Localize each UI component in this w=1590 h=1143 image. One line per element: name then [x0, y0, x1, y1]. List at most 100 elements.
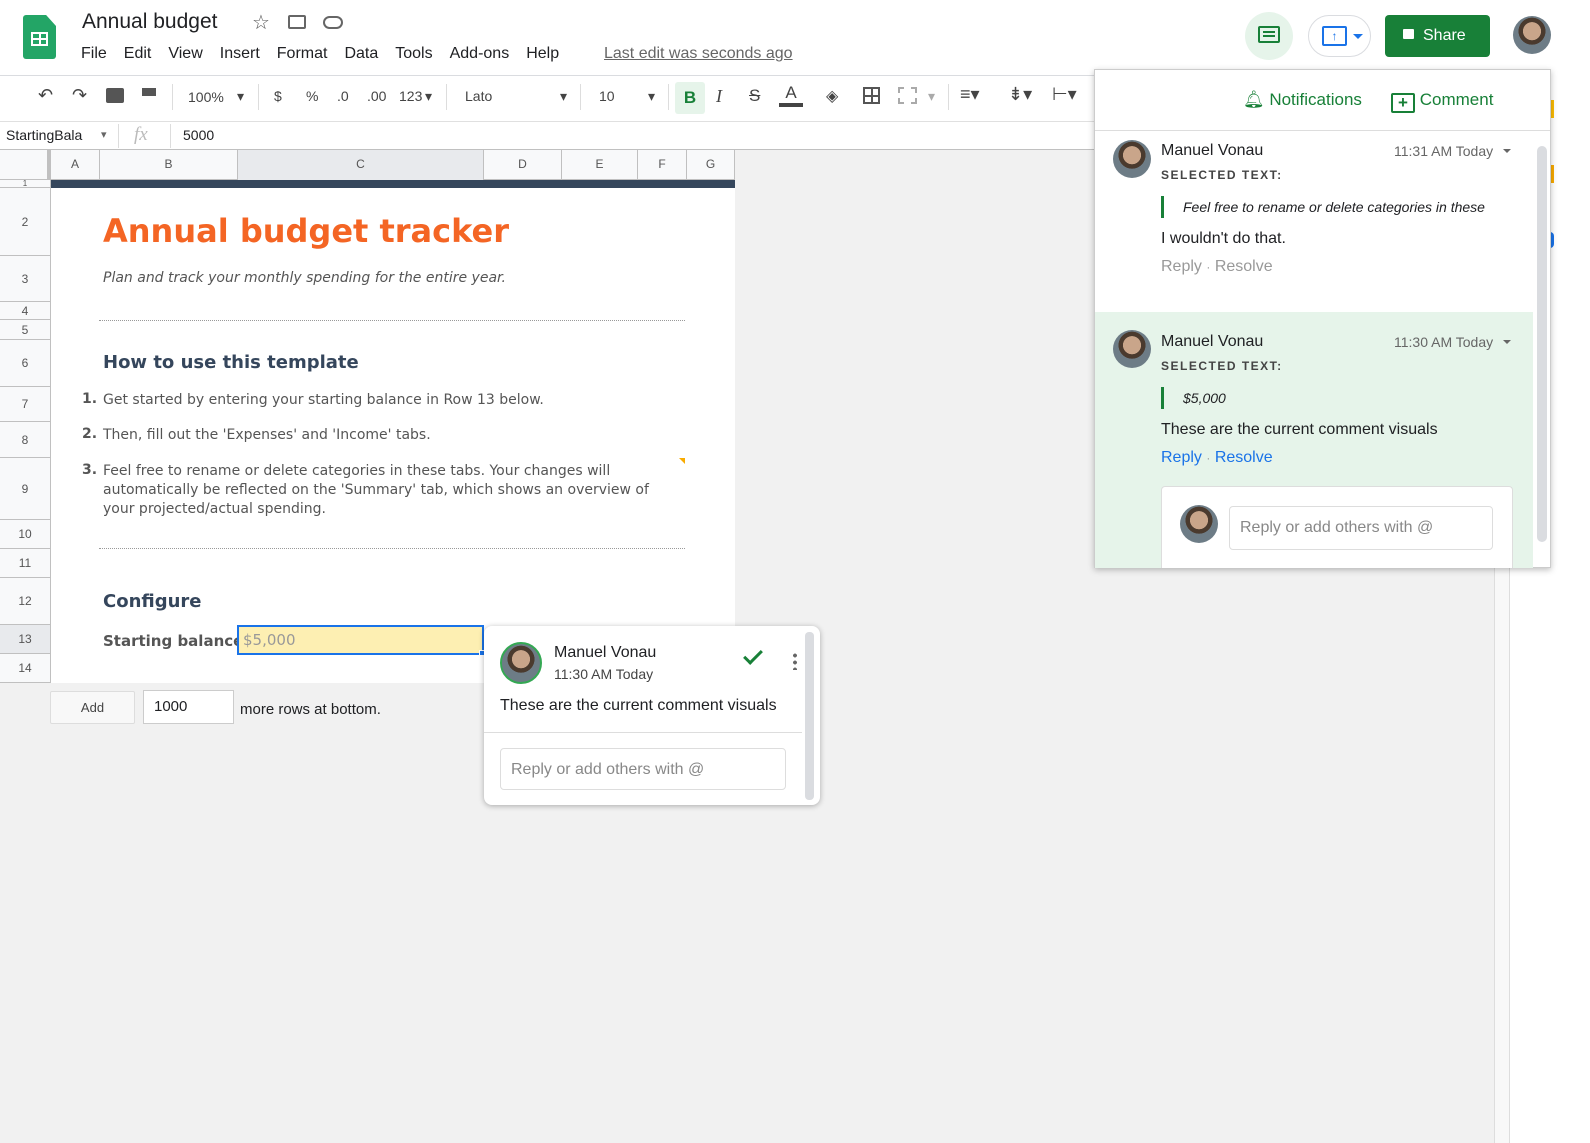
- column-header-c[interactable]: C: [238, 150, 484, 180]
- star-icon[interactable]: ☆: [252, 10, 270, 35]
- starting-balance-cell[interactable]: $5,000: [237, 625, 484, 655]
- borders-icon[interactable]: [863, 87, 880, 104]
- menu-help[interactable]: Help: [526, 45, 559, 62]
- zoom-select[interactable]: 100%: [188, 89, 224, 105]
- menu-file[interactable]: File: [81, 45, 107, 62]
- more-options-icon[interactable]: [793, 652, 797, 670]
- chevron-down-icon[interactable]: ▾: [560, 88, 567, 105]
- row-header[interactable]: 11: [0, 549, 51, 578]
- chevron-down-icon[interactable]: ▾: [101, 128, 107, 141]
- menu-view[interactable]: View: [168, 45, 202, 62]
- horizontal-align-icon[interactable]: ≡▾: [960, 84, 980, 105]
- row-header[interactable]: 4: [0, 302, 51, 320]
- comment-time: 11:31 AM Today: [1394, 143, 1494, 159]
- redo-icon[interactable]: ↷: [72, 85, 87, 106]
- comment-thread-active[interactable]: Manuel Vonau 11:30 AM Today SELECTED TEX…: [1095, 312, 1533, 568]
- bold-button[interactable]: B: [675, 82, 705, 114]
- step-text: Then, fill out the 'Expenses' and 'Incom…: [103, 427, 431, 443]
- comment-author: Manuel Vonau: [1161, 333, 1264, 350]
- document-title[interactable]: Annual budget: [82, 10, 217, 34]
- menu-addons[interactable]: Add-ons: [450, 45, 510, 62]
- last-edit-link[interactable]: Last edit was seconds ago: [604, 45, 793, 63]
- comment-history-icon: [1258, 26, 1280, 43]
- present-button[interactable]: ↑: [1308, 15, 1371, 57]
- chevron-down-icon[interactable]: ▾: [425, 88, 432, 105]
- percent-button[interactable]: %: [306, 88, 318, 104]
- row-header[interactable]: 1: [0, 180, 51, 188]
- sheets-logo-icon[interactable]: [23, 15, 56, 59]
- menu-insert[interactable]: Insert: [220, 45, 260, 62]
- fill-color-icon[interactable]: ◈: [826, 86, 838, 106]
- column-header-e[interactable]: E: [562, 150, 638, 180]
- comment-time: 11:30 AM Today: [554, 666, 654, 682]
- menu-tools[interactable]: Tools: [395, 45, 432, 62]
- font-select[interactable]: Lato: [465, 88, 492, 104]
- row-header[interactable]: 3: [0, 256, 51, 302]
- resolve-check-icon[interactable]: [743, 645, 763, 665]
- notifications-button[interactable]: 🔔︎ Notifications: [1243, 90, 1362, 110]
- font-size-select[interactable]: 10: [599, 88, 615, 104]
- menu-bar: File Edit View Insert Format Data Tools Add-ons…: [81, 45, 576, 63]
- column-header-g[interactable]: G: [687, 150, 735, 180]
- column-header-a[interactable]: A: [51, 150, 100, 180]
- text-color-button[interactable]: A: [779, 83, 803, 107]
- menu-edit[interactable]: Edit: [124, 45, 152, 62]
- row-header[interactable]: 8: [0, 422, 51, 458]
- menu-data[interactable]: Data: [344, 45, 378, 62]
- decrease-decimal-button[interactable]: .0: [337, 88, 349, 104]
- add-comment-button[interactable]: + Comment: [1391, 90, 1493, 113]
- comment-history-button[interactable]: [1245, 12, 1293, 60]
- merge-cells-icon[interactable]: [898, 87, 917, 104]
- comment-thread[interactable]: Manuel Vonau 11:31 AM Today SELECTED TEX…: [1095, 132, 1533, 312]
- currency-button[interactable]: $: [274, 88, 282, 104]
- comment-menu-icon[interactable]: [1503, 149, 1511, 157]
- row-header[interactable]: 10: [0, 520, 51, 549]
- column-header-f[interactable]: F: [638, 150, 687, 180]
- more-formats-button[interactable]: 123: [399, 88, 422, 104]
- column-headers: A B C D E F G: [0, 150, 735, 180]
- increase-decimal-button[interactable]: .00: [367, 88, 386, 104]
- panel-scrollbar[interactable]: [1537, 146, 1547, 542]
- italic-button[interactable]: I: [716, 86, 722, 107]
- row-header[interactable]: 13: [0, 625, 51, 654]
- print-icon[interactable]: [106, 88, 124, 103]
- column-header-b[interactable]: B: [100, 150, 238, 180]
- add-rows-button[interactable]: Add: [50, 691, 135, 724]
- paint-format-icon[interactable]: [142, 88, 156, 96]
- avatar: [1113, 140, 1151, 178]
- menu-format[interactable]: Format: [277, 45, 328, 62]
- reply-input[interactable]: Reply or add others with @: [1229, 506, 1493, 550]
- row-header[interactable]: 12: [0, 578, 51, 625]
- reply-input[interactable]: Reply or add others with @: [500, 748, 786, 790]
- comment-indicator[interactable]: [679, 458, 685, 464]
- row-header[interactable]: 7: [0, 387, 51, 422]
- present-icon: ↑: [1322, 26, 1347, 46]
- vertical-scrollbar[interactable]: [1494, 568, 1510, 1143]
- move-folder-icon[interactable]: [288, 15, 306, 29]
- row-header[interactable]: 14: [0, 654, 51, 683]
- undo-icon[interactable]: ↶: [38, 85, 53, 106]
- cloud-status-icon[interactable]: [323, 16, 343, 29]
- resolve-link[interactable]: Resolve: [1215, 449, 1273, 466]
- row-header[interactable]: 9: [0, 458, 51, 520]
- share-button[interactable]: Share: [1385, 15, 1490, 57]
- add-rows-count-input[interactable]: 1000: [143, 690, 234, 724]
- column-header-d[interactable]: D: [484, 150, 562, 180]
- reply-link[interactable]: Reply: [1161, 258, 1202, 275]
- row-header[interactable]: 5: [0, 320, 51, 340]
- comment-menu-icon[interactable]: [1503, 340, 1511, 348]
- chevron-down-icon[interactable]: ▾: [237, 88, 244, 105]
- resolve-link[interactable]: Resolve: [1215, 258, 1273, 275]
- text-wrap-icon[interactable]: ⊢▾: [1052, 84, 1077, 105]
- account-avatar[interactable]: [1513, 16, 1551, 54]
- popup-scrollbar[interactable]: [805, 632, 814, 800]
- vertical-align-icon[interactable]: ⇟▾: [1008, 84, 1032, 105]
- row-header[interactable]: 2: [0, 188, 51, 256]
- formula-input[interactable]: 5000: [183, 127, 214, 143]
- row-header[interactable]: 6: [0, 340, 51, 387]
- comments-panel: 🔔︎ Notifications + Comment Manuel Vonau …: [1094, 69, 1551, 568]
- name-box[interactable]: StartingBala: [6, 127, 90, 143]
- reply-link[interactable]: Reply: [1161, 449, 1202, 466]
- chevron-down-icon[interactable]: ▾: [648, 88, 655, 105]
- strikethrough-button[interactable]: S: [749, 86, 760, 106]
